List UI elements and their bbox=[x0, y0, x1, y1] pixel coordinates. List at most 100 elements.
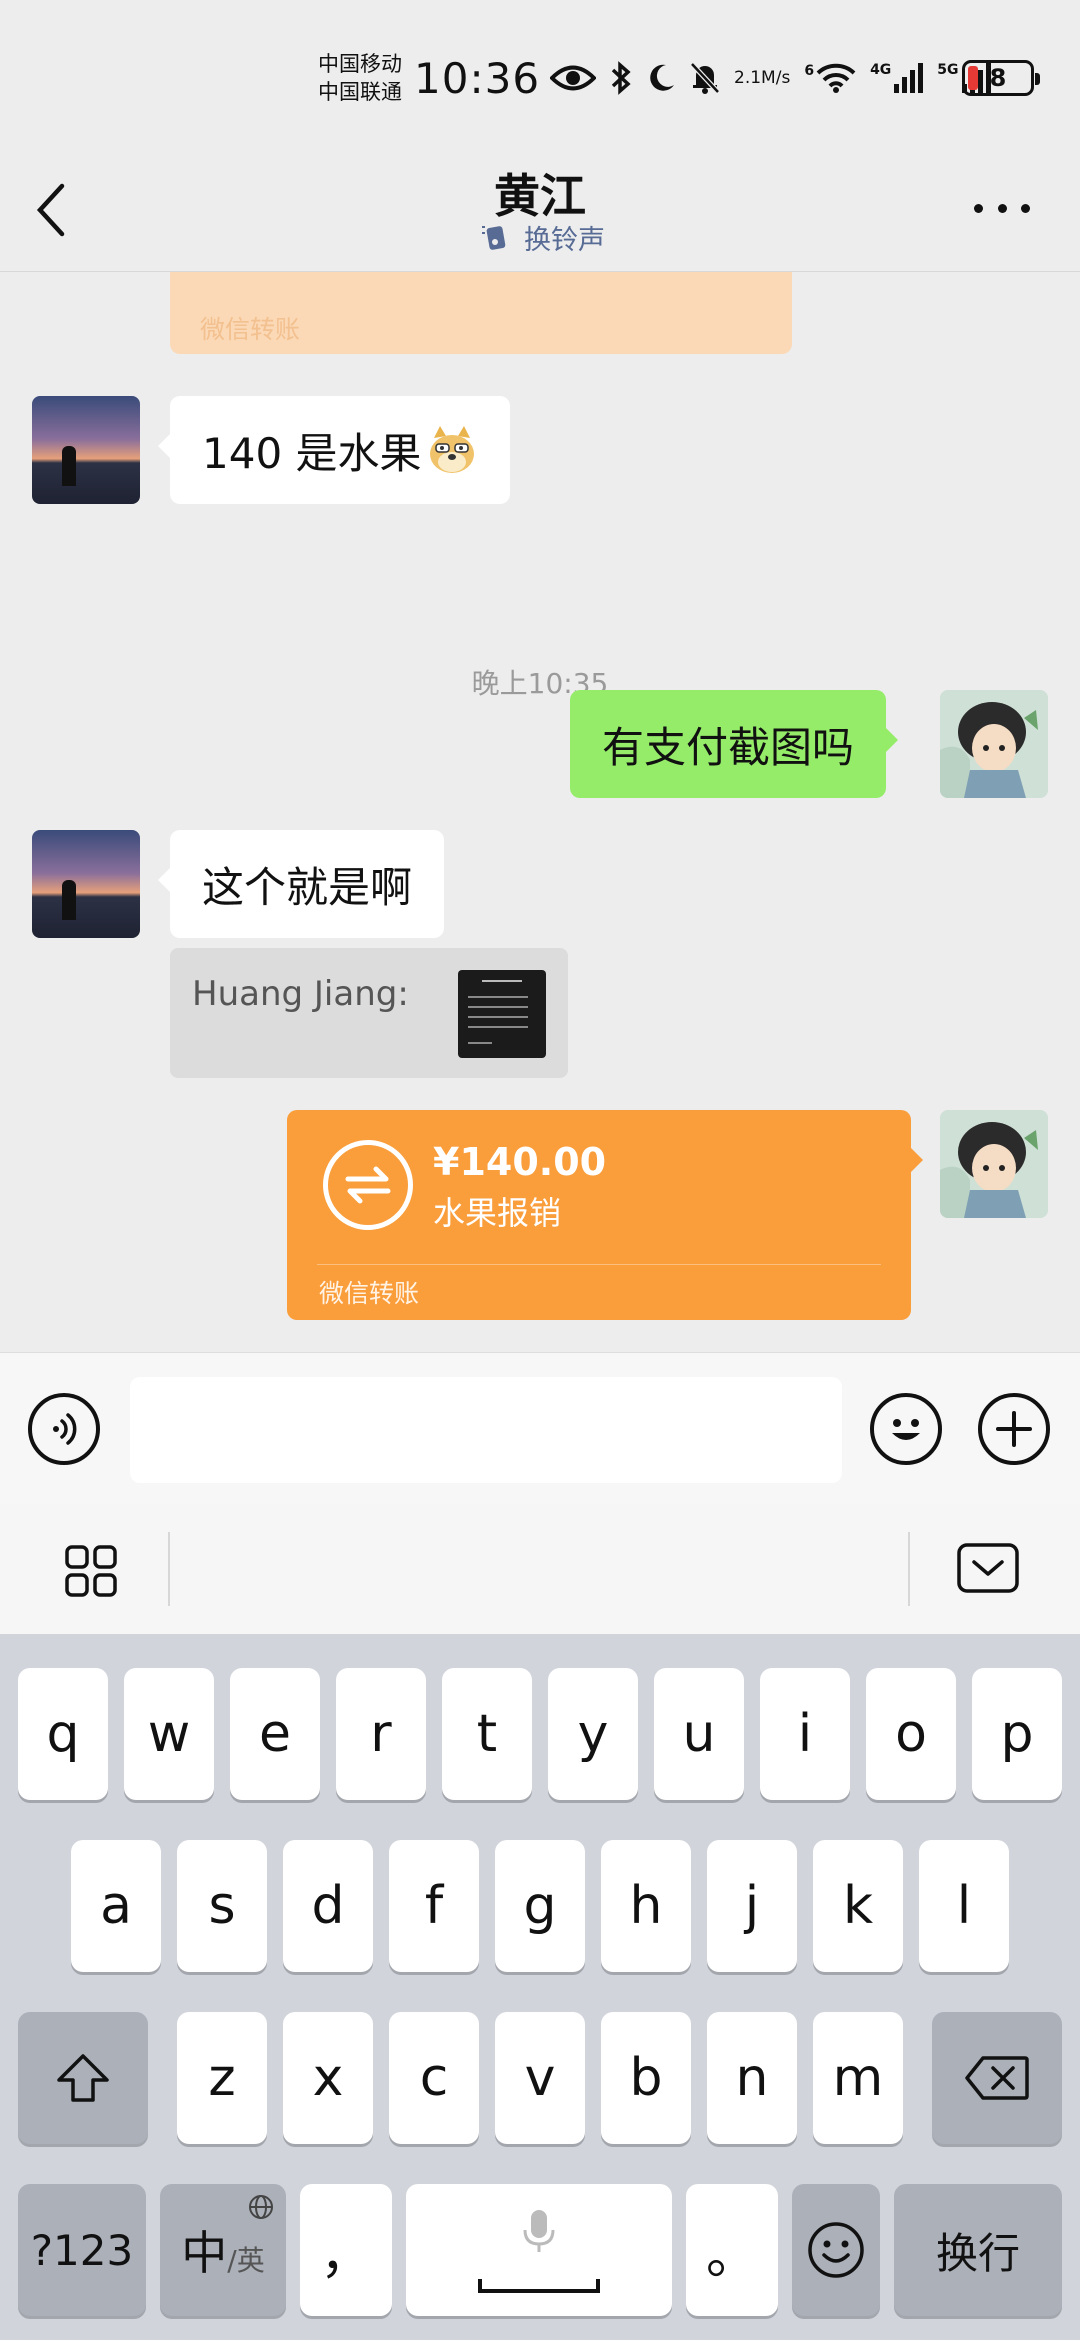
key-n[interactable]: n bbox=[707, 2012, 797, 2144]
smiley-icon bbox=[892, 1419, 920, 1440]
dot-icon bbox=[974, 204, 983, 213]
eye-icon bbox=[550, 63, 596, 93]
transfer-footer: 微信转账 bbox=[200, 315, 301, 344]
enter-key[interactable]: 换行 bbox=[894, 2184, 1062, 2316]
key-l[interactable]: l bbox=[919, 1840, 1009, 1972]
wifi-icon: 6 bbox=[804, 63, 856, 93]
moon-icon bbox=[646, 63, 676, 93]
globe-icon bbox=[249, 2195, 273, 2219]
key-x[interactable]: x bbox=[283, 2012, 373, 2144]
transfer-note: 水果报销 bbox=[433, 1194, 562, 1232]
key-b[interactable]: b bbox=[601, 2012, 691, 2144]
chat-title: 黄江 bbox=[494, 169, 586, 223]
transfer-card-previous[interactable]: 微信转账 bbox=[170, 272, 792, 354]
key-f[interactable]: f bbox=[389, 1840, 479, 1972]
emoji-button[interactable] bbox=[870, 1393, 942, 1465]
key-p[interactable]: p bbox=[972, 1668, 1062, 1800]
avatar-mine[interactable] bbox=[940, 690, 1048, 798]
key-e[interactable]: e bbox=[230, 1668, 320, 1800]
key-q[interactable]: q bbox=[18, 1668, 108, 1800]
status-icons: 2.1 M/s 6 4G 5G bbox=[550, 56, 991, 100]
key-i[interactable]: i bbox=[760, 1668, 850, 1800]
key-w[interactable]: w bbox=[124, 1668, 214, 1800]
quote-thumbnail bbox=[458, 970, 546, 1058]
avatar-mine[interactable] bbox=[940, 1110, 1048, 1218]
bluetooth-icon bbox=[610, 61, 632, 95]
carrier-2: 中国联通 bbox=[318, 80, 402, 104]
space-key[interactable] bbox=[406, 2184, 672, 2316]
more-options-button[interactable] bbox=[974, 204, 1030, 220]
transfer-icon bbox=[323, 1140, 413, 1230]
input-bar bbox=[0, 1352, 1080, 1504]
emoji-key[interactable] bbox=[792, 2184, 880, 2316]
doge-emoji-icon bbox=[429, 426, 474, 473]
quoted-message[interactable]: Huang Jiang: bbox=[170, 948, 568, 1078]
grid-icon bbox=[65, 1545, 117, 1597]
status-bar: 中国移动 中国联通 10:36 2.1 M/s 6 4G 5G 8 bbox=[0, 0, 1080, 140]
lang-main: 中 bbox=[181, 2226, 228, 2280]
status-time: 10:36 bbox=[414, 54, 541, 103]
timestamp: 晚上10:35 bbox=[471, 667, 609, 700]
chat-header: 黄江 换铃声 bbox=[0, 140, 1080, 272]
transfer-card[interactable]: ¥140.00 水果报销 微信转账 bbox=[287, 1110, 923, 1320]
carrier-1: 中国移动 bbox=[318, 52, 402, 76]
backspace-icon bbox=[965, 2056, 1029, 2100]
message-input[interactable] bbox=[130, 1377, 842, 1483]
language-key[interactable]: 中 /英 bbox=[160, 2184, 286, 2316]
hide-keyboard-button[interactable] bbox=[956, 1542, 1020, 1598]
net-speed: 2.1 M/s bbox=[734, 68, 791, 88]
key-v[interactable]: v bbox=[495, 2012, 585, 2144]
voice-button[interactable] bbox=[28, 1393, 100, 1465]
shift-icon bbox=[57, 2054, 109, 2102]
key-m[interactable]: m bbox=[813, 2012, 903, 2144]
key-c[interactable]: c bbox=[389, 2012, 479, 2144]
numbers-key[interactable]: ?123 bbox=[18, 2184, 146, 2316]
transfer-amount: ¥140.00 bbox=[433, 1140, 607, 1184]
period-key[interactable]: 。 bbox=[686, 2184, 778, 2316]
plus-icon bbox=[996, 1411, 1032, 1447]
quote-sender: Huang Jiang: bbox=[192, 974, 409, 1014]
dot-icon bbox=[1021, 204, 1030, 213]
bell-muted-icon bbox=[690, 62, 720, 94]
key-g[interactable]: g bbox=[495, 1840, 585, 1972]
key-t[interactable]: t bbox=[442, 1668, 532, 1800]
microphone-icon bbox=[523, 2210, 555, 2252]
avatar[interactable] bbox=[32, 830, 140, 938]
key-u[interactable]: u bbox=[654, 1668, 744, 1800]
key-j[interactable]: j bbox=[707, 1840, 797, 1972]
key-o[interactable]: o bbox=[866, 1668, 956, 1800]
keyboard-menu-button[interactable] bbox=[64, 1544, 118, 1602]
comma-key[interactable]: ， bbox=[300, 2184, 392, 2316]
key-a[interactable]: a bbox=[71, 1840, 161, 1972]
add-button[interactable] bbox=[978, 1393, 1050, 1465]
ringtone-icon bbox=[482, 225, 506, 250]
change-ringtone-link[interactable]: 换铃声 bbox=[480, 218, 605, 257]
key-d[interactable]: d bbox=[283, 1840, 373, 1972]
message-bubble-mine[interactable]: 有支付截图吗 bbox=[570, 690, 899, 798]
shift-key[interactable] bbox=[18, 2012, 148, 2144]
carrier-labels: 中国移动 中国联通 bbox=[318, 50, 402, 106]
subtitle-label: 换铃声 bbox=[524, 225, 605, 256]
voice-icon bbox=[53, 1413, 77, 1445]
dot-icon bbox=[997, 204, 1007, 213]
message-bubble[interactable]: 140 是水果 bbox=[158, 396, 510, 504]
keyboard: q w e r t y u i o p a s d f g h j k l z … bbox=[0, 1634, 1080, 2340]
message-bubble[interactable]: 这个就是啊 bbox=[157, 830, 445, 938]
key-y[interactable]: y bbox=[548, 1668, 638, 1800]
backspace-key[interactable] bbox=[932, 2012, 1062, 2144]
keyboard-collapse-icon bbox=[957, 1543, 1019, 1593]
transfer-footer: 微信转账 bbox=[319, 1279, 420, 1308]
lang-sub: /英 bbox=[227, 2244, 265, 2277]
key-z[interactable]: z bbox=[177, 2012, 267, 2144]
key-h[interactable]: h bbox=[601, 1840, 691, 1972]
message-list[interactable]: 微信转账 140 是水果 晚上10:35 有支付截图吗 这个就是啊 Huang … bbox=[0, 272, 1080, 1352]
avatar[interactable] bbox=[32, 396, 140, 504]
message-text: 有支付截图吗 bbox=[602, 722, 855, 772]
key-r[interactable]: r bbox=[336, 1668, 426, 1800]
space-icon bbox=[478, 2279, 600, 2293]
signal-icon: 4G bbox=[870, 62, 924, 94]
keyboard-toolbar bbox=[0, 1504, 1080, 1634]
battery-icon: 8 bbox=[962, 60, 1040, 96]
key-k[interactable]: k bbox=[813, 1840, 903, 1972]
key-s[interactable]: s bbox=[177, 1840, 267, 1972]
